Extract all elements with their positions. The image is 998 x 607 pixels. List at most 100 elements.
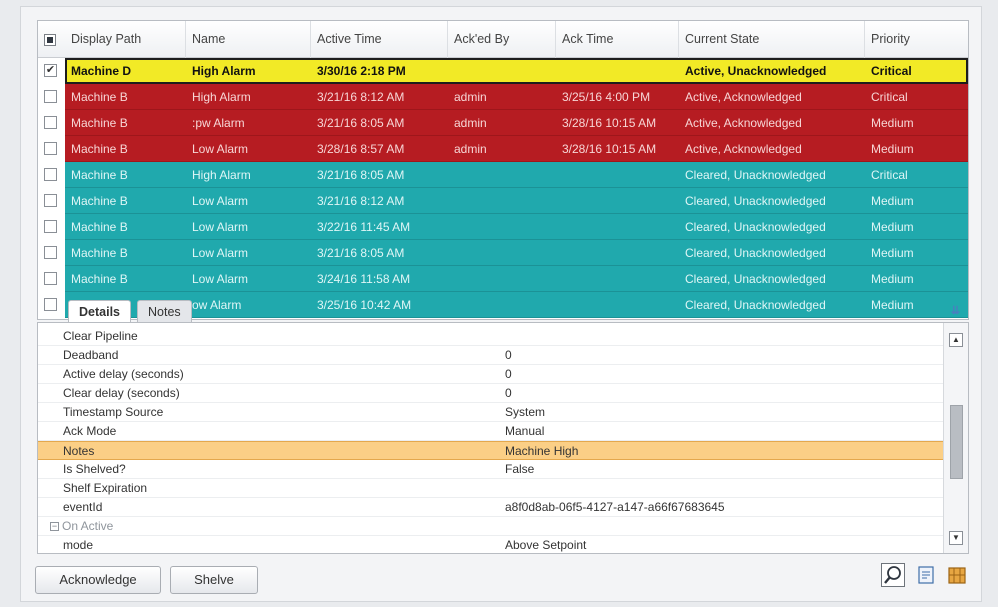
scroll-down-icon[interactable]: ▼	[949, 531, 963, 545]
detail-value: Machine High	[505, 444, 579, 458]
detail-row[interactable]: Deadband 0	[38, 346, 943, 365]
column-header-display-path[interactable]: Display Path	[65, 21, 186, 58]
cell-acked-by: admin	[454, 116, 487, 130]
row-checkbox[interactable]	[44, 168, 57, 181]
row-checkbox[interactable]	[44, 246, 57, 259]
cell-active-time: 3/28/16 8:57 AM	[317, 142, 405, 156]
cell-name: Low Alarm	[192, 142, 249, 156]
collapse-icon[interactable]: −	[50, 522, 59, 531]
table-row[interactable]: Machine B Low Alarm 3/21/16 8:05 AM Cleared…	[38, 240, 968, 266]
cell-priority: Medium	[871, 116, 914, 130]
detail-value: 0	[505, 367, 512, 381]
row-checkbox[interactable]	[44, 298, 57, 311]
table-row[interactable]: Machine B Low Alarm 3/21/16 8:12 AM Cleared…	[38, 188, 968, 214]
cell-acked-by	[448, 162, 556, 188]
detail-group-header[interactable]: − On Active	[38, 517, 943, 536]
detail-row[interactable]: Is Shelved? False	[38, 460, 943, 479]
cell-ack-time	[556, 214, 679, 240]
cell-current-state: Cleared, Unacknowledged	[685, 272, 826, 286]
detail-value: System	[505, 405, 546, 419]
tab-notes[interactable]: Notes	[137, 300, 192, 322]
row-checkbox[interactable]	[44, 90, 57, 103]
detail-key: Ack Mode	[63, 424, 117, 438]
column-header-acked-by[interactable]: Ack'ed By	[448, 21, 556, 58]
cell-display-path: Machine B	[71, 168, 128, 182]
cell-active-time: 3/21/16 8:12 AM	[317, 90, 405, 104]
row-checkbox[interactable]	[44, 142, 57, 155]
cell-acked-by	[448, 266, 556, 292]
row-checkbox[interactable]	[44, 272, 57, 285]
detail-row[interactable]: Clear Pipeline	[38, 327, 943, 346]
column-header-priority[interactable]: Priority	[865, 21, 968, 58]
acknowledge-button[interactable]: Acknowledge	[35, 566, 161, 594]
row-checkbox[interactable]: ✔	[44, 64, 57, 77]
cell-ack-time: 3/25/16 4:00 PM	[562, 90, 651, 104]
cell-current-state: Cleared, Unacknowledged	[685, 220, 826, 234]
magnifier-icon[interactable]	[881, 563, 905, 587]
detail-value: 0	[505, 386, 512, 400]
column-header-current-state[interactable]: Current State	[679, 21, 865, 58]
cell-display-path: Machine B	[71, 142, 128, 156]
cell-acked-by	[448, 240, 556, 266]
cell-active-time: 3/22/16 11:45 AM	[317, 220, 411, 234]
cell-priority: Medium	[871, 272, 914, 286]
column-header-ack-time[interactable]: Ack Time	[556, 21, 679, 58]
detail-row[interactable]: mode Above Setpoint	[38, 536, 943, 553]
detail-key: Deadband	[63, 348, 119, 362]
table-row[interactable]: Machine B Low Alarm 3/28/16 8:57 AM admin 3/…	[38, 136, 968, 162]
shelve-button[interactable]: Shelve	[170, 566, 258, 594]
shelve-icon[interactable]	[945, 563, 969, 587]
alarm-table: Display Path Name Active Time Ack'ed By …	[37, 20, 969, 320]
row-checkbox[interactable]	[44, 220, 57, 233]
edit-note-icon[interactable]	[915, 563, 939, 587]
detail-row[interactable]: Ack Mode Manual	[38, 422, 943, 441]
cell-active-time: 3/25/16 10:42 AM	[317, 298, 412, 312]
detail-row[interactable]: Shelf Expiration	[38, 479, 943, 498]
table-row[interactable]: Machine B Low Alarm 3/22/16 11:45 AM Cleare…	[38, 214, 968, 240]
tab-details[interactable]: Details	[68, 300, 131, 323]
table-row[interactable]: Machine B Low Alarm 3/24/16 11:58 AM Cleare…	[38, 266, 968, 292]
detail-key: Shelf Expiration	[63, 481, 148, 495]
detail-key: Clear delay (seconds)	[63, 386, 180, 400]
row-checkbox[interactable]	[44, 116, 57, 129]
detail-value: 0	[505, 348, 512, 362]
table-row[interactable]: Machine B High Alarm 3/21/16 8:05 AM Cleare…	[38, 162, 968, 188]
cell-name: ow Alarm	[192, 298, 242, 312]
cell-ack-time	[556, 162, 679, 188]
cell-name: Low Alarm	[192, 194, 249, 208]
cell-priority: Critical	[871, 64, 912, 78]
detail-key: Clear Pipeline	[63, 329, 138, 343]
detail-value: Manual	[505, 424, 545, 438]
detail-row[interactable]: Notes Machine High	[38, 441, 943, 460]
table-row[interactable]: Machine B High Alarm 3/21/16 8:12 AM admin 3…	[38, 84, 968, 110]
detail-key: Timestamp Source	[63, 405, 164, 419]
cell-ack-time	[556, 188, 679, 214]
cell-current-state: Cleared, Unacknowledged	[685, 298, 826, 312]
table-header: Display Path Name Active Time Ack'ed By …	[38, 21, 968, 58]
cell-current-state: Active, Acknowledged	[685, 116, 802, 130]
detail-row[interactable]: Timestamp Source System	[38, 403, 943, 422]
table-row[interactable]: ✔ Machine D High Alarm 3/30/16 2:18 PM Activ…	[38, 58, 968, 84]
detail-key: Is Shelved?	[63, 462, 126, 476]
cell-current-state: Active, Unacknowledged	[685, 64, 827, 78]
scroll-up-icon[interactable]: ▲	[949, 333, 963, 347]
cell-name: High Alarm	[192, 90, 251, 104]
detail-row[interactable]: Active delay (seconds) 0	[38, 365, 943, 384]
cell-name: Low Alarm	[192, 246, 249, 260]
cell-display-path: Machine D	[71, 64, 132, 78]
row-checkbox[interactable]	[44, 194, 57, 207]
cell-ack-time	[556, 58, 679, 84]
table-row[interactable]: Machine B:pw Alarm 3/21/16 8:05 AM admin 3/…	[38, 110, 968, 136]
detail-row[interactable]: eventId a8f0d8ab-06f5-4127-a147-a66f67683…	[38, 498, 943, 517]
details-scrollbar[interactable]: ▲ ▼	[943, 323, 968, 553]
cell-priority: Critical	[871, 168, 908, 182]
scroll-thumb[interactable]	[950, 405, 963, 479]
select-all-checkbox[interactable]	[44, 34, 56, 46]
column-header-active-time[interactable]: Active Time	[311, 21, 448, 58]
expand-details-icon[interactable]: ⇊	[951, 304, 960, 317]
column-header-name[interactable]: Name	[186, 21, 311, 58]
cell-priority: Medium	[871, 220, 914, 234]
detail-row[interactable]: Clear delay (seconds) 0	[38, 384, 943, 403]
cell-ack-time	[556, 292, 679, 318]
detail-key: mode	[63, 538, 94, 552]
